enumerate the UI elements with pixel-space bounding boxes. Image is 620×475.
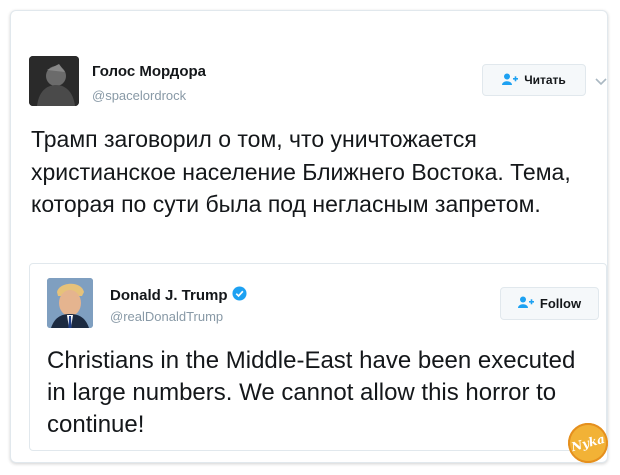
- chevron-down-icon[interactable]: [594, 74, 608, 86]
- follow-button[interactable]: Читать: [482, 64, 586, 96]
- quoted-follow-button[interactable]: Follow: [500, 287, 599, 320]
- quoted-follow-label: Follow: [539, 296, 582, 311]
- quoted-author-name[interactable]: Donald J. Trump: [110, 287, 228, 304]
- watermark-text: Nyka: [569, 431, 607, 455]
- follow-label: Читать: [524, 73, 566, 87]
- author-avatar[interactable]: [29, 56, 79, 106]
- tweet-text: Трамп заговорил о том, что уничтожается …: [31, 126, 571, 217]
- quoted-tweet[interactable]: Donald J. Trump @realDonaldTrump Follow: [29, 263, 607, 451]
- author-name[interactable]: Голос Мордора: [92, 63, 206, 80]
- quoted-author-name-row[interactable]: Donald J. Trump: [110, 286, 247, 305]
- quoted-author-avatar[interactable]: [47, 278, 93, 328]
- tweet-card: Голос Мордора @spacelordrock Читать Трам…: [10, 10, 613, 468]
- verified-badge-icon: [231, 286, 247, 305]
- quoted-tweet-text: Christians in the Middle-East have been …: [47, 347, 576, 438]
- add-user-icon: [502, 73, 519, 88]
- author-handle[interactable]: @spacelordrock: [92, 88, 186, 103]
- add-user-icon: [517, 296, 534, 311]
- quoted-author-handle[interactable]: @realDonaldTrump: [110, 309, 223, 324]
